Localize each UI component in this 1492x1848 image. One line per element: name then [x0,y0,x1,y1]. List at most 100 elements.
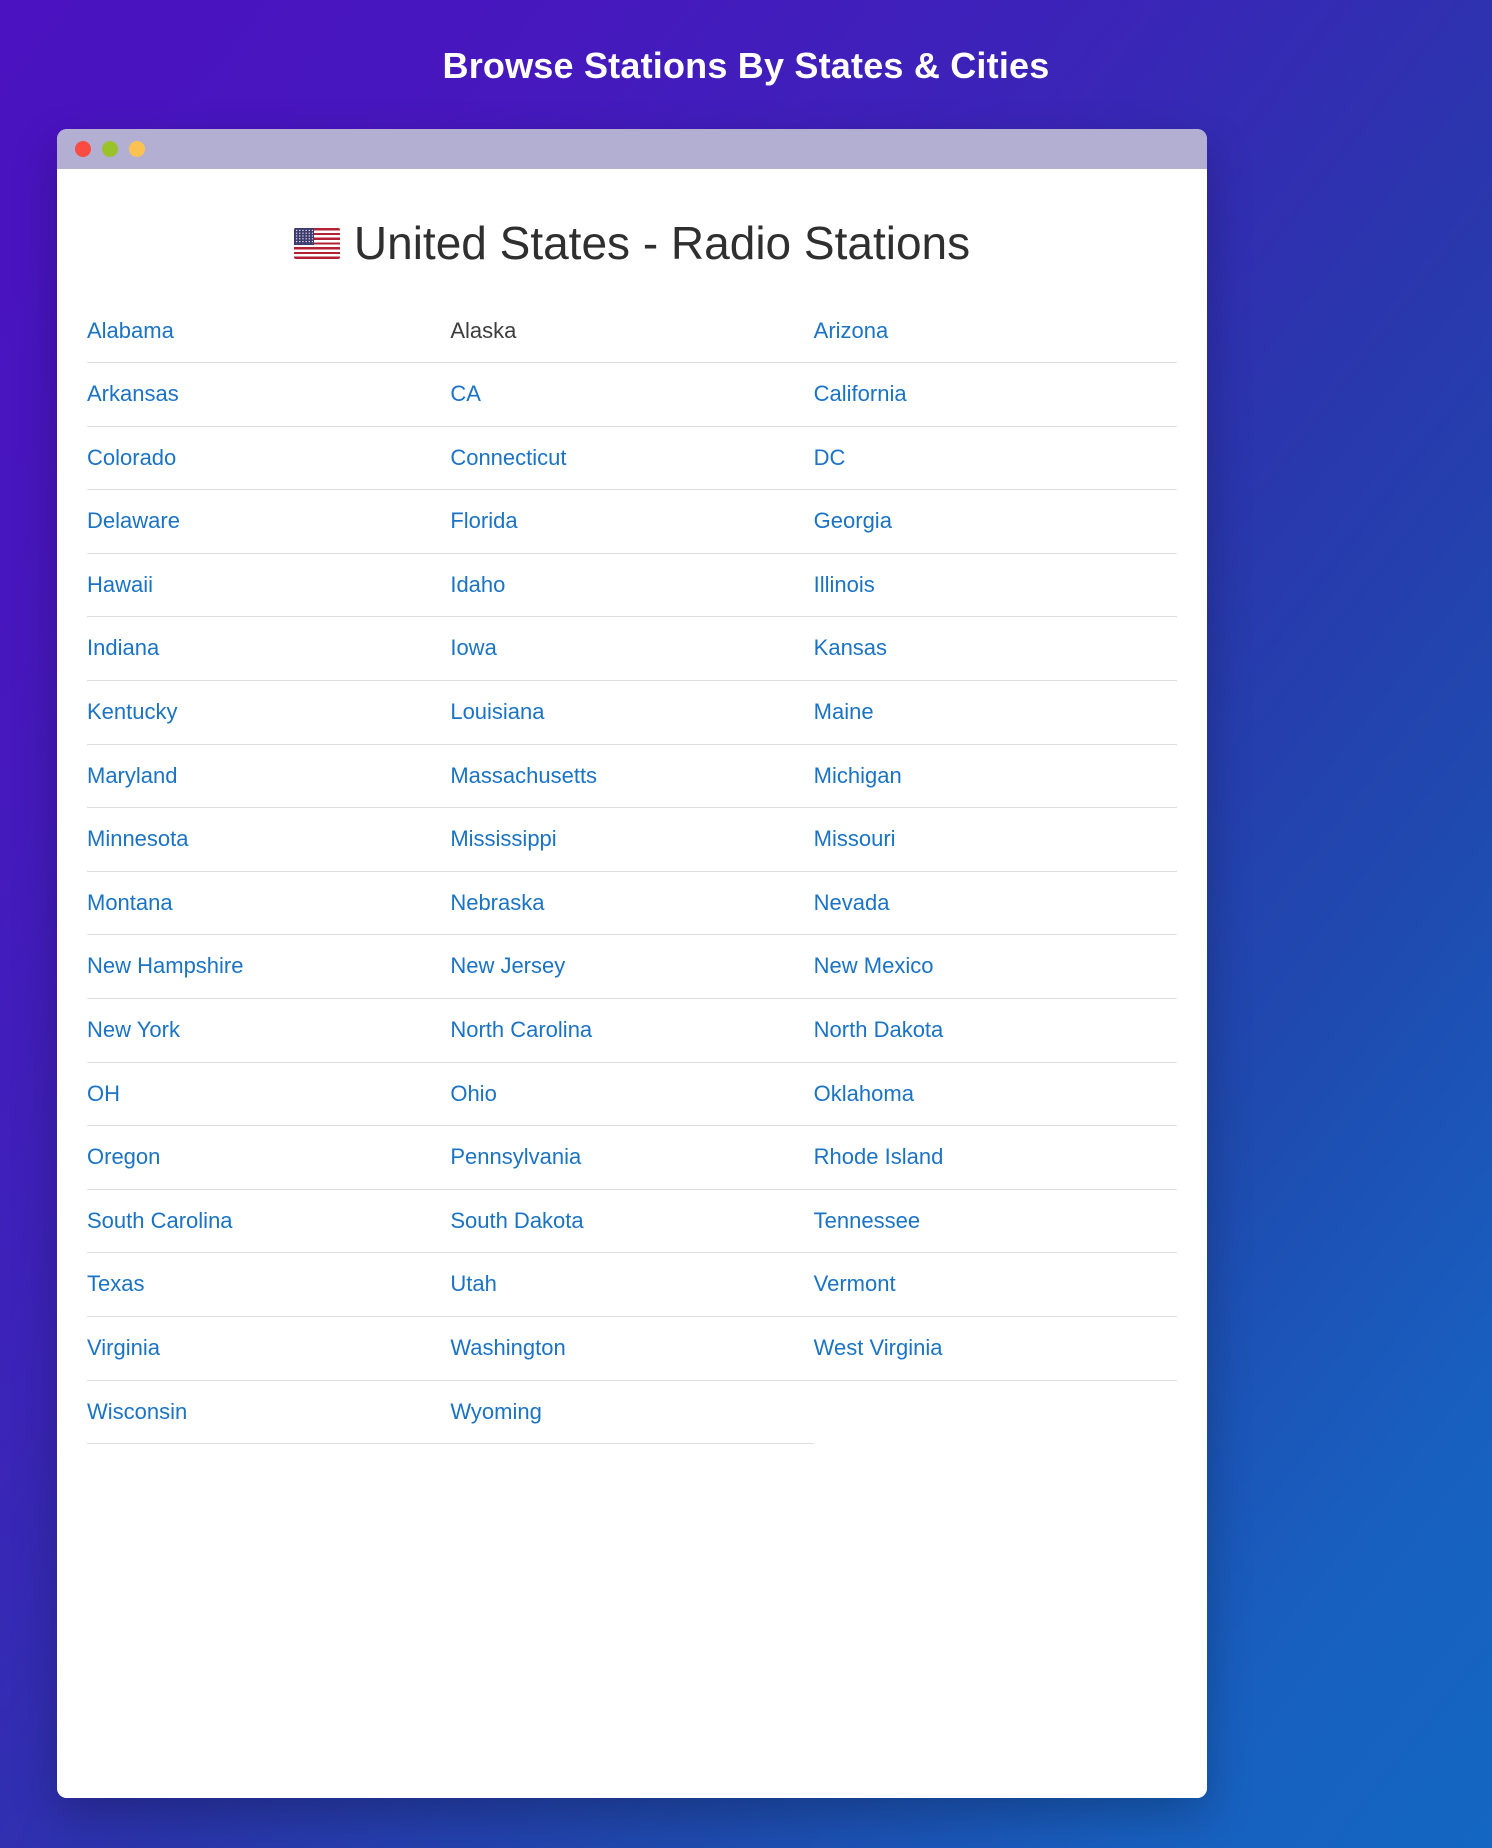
states-grid-cell: Massachusetts [450,744,814,809]
state-link-texas[interactable]: Texas [87,1271,144,1296]
state-link-connecticut[interactable]: Connecticut [450,445,566,470]
state-link-dc[interactable]: DC [814,445,846,470]
state-link-alabama[interactable]: Alabama [87,318,174,343]
state-link-wisconsin[interactable]: Wisconsin [87,1399,187,1424]
state-link-delaware[interactable]: Delaware [87,508,180,533]
state-link-south-dakota[interactable]: South Dakota [450,1208,583,1233]
state-link-arkansas[interactable]: Arkansas [87,381,179,406]
state-link-rhode-island[interactable]: Rhode Island [814,1144,944,1169]
states-grid-row: Texas Utah Vermont [87,1252,1177,1317]
state-link-montana[interactable]: Montana [87,890,173,915]
states-grid-row: Hawaii Idaho Illinois [87,553,1177,618]
states-grid-cell: Texas [87,1252,451,1317]
state-link-minnesota[interactable]: Minnesota [87,826,189,851]
states-grid-body: Alabama Alaska Arizona Arkansas CA California… [87,312,1177,1445]
window-minimize-button[interactable] [102,141,118,157]
state-link-arizona[interactable]: Arizona [814,318,889,343]
states-grid-cell: Maine [813,680,1177,745]
states-grid-row: OH Ohio Oklahoma [87,1062,1177,1127]
states-grid-row: Virginia Washington West Virginia [87,1316,1177,1381]
state-link-vermont[interactable]: Vermont [814,1271,896,1296]
states-grid-cell: Nebraska [450,871,814,936]
states-grid-cell: Arizona [813,312,1177,364]
state-link-wyoming[interactable]: Wyoming [450,1399,542,1424]
states-grid-cell: North Dakota [813,998,1177,1063]
states-grid-row: Minnesota Mississippi Missouri [87,807,1177,872]
states-grid-cell: Ohio [450,1062,814,1127]
states-grid-cell: California [813,362,1177,427]
window-content-area: United States - Radio Stations Alabama Al… [57,169,1207,1798]
state-link-virginia[interactable]: Virginia [87,1335,160,1360]
state-link-utah[interactable]: Utah [450,1271,496,1296]
state-link-new-mexico[interactable]: New Mexico [814,953,934,978]
states-grid-cell: South Dakota [450,1189,814,1254]
state-link-kentucky[interactable]: Kentucky [87,699,178,724]
states-grid-cell: Minnesota [87,807,451,872]
state-link-north-dakota[interactable]: North Dakota [814,1017,944,1042]
state-link-washington[interactable]: Washington [450,1335,565,1360]
states-grid-cell: Idaho [450,553,814,618]
states-grid-cell: New Jersey [450,934,814,1000]
state-link-hawaii[interactable]: Hawaii [87,572,153,597]
state-link-louisiana[interactable]: Louisiana [450,699,544,724]
state-link-idaho[interactable]: Idaho [450,572,505,597]
state-link-ca[interactable]: CA [450,381,481,406]
state-link-oregon[interactable]: Oregon [87,1144,160,1169]
states-grid-cell: Florida [450,489,814,554]
page-title: Browse Stations By States & Cities [442,45,1050,86]
states-grid: Alabama Alaska Arizona Arkansas CA California… [87,312,1177,1445]
state-link-nevada[interactable]: Nevada [814,890,890,915]
state-link-maryland[interactable]: Maryland [87,763,177,788]
state-link-new-york[interactable]: New York [87,1017,180,1042]
state-link-michigan[interactable]: Michigan [814,763,902,788]
states-grid-row: Kentucky Louisiana Maine [87,680,1177,745]
states-grid-cell: New Mexico [813,934,1177,1000]
state-link-pennsylvania[interactable]: Pennsylvania [450,1144,581,1169]
states-grid-row: Indiana Iowa Kansas [87,616,1177,682]
state-link-nebraska[interactable]: Nebraska [450,890,544,915]
state-link-ohio[interactable]: Ohio [450,1081,496,1106]
states-grid-cell: Montana [87,871,451,936]
content-heading: United States - Radio Stations [87,169,1177,313]
states-grid-cell: Pennsylvania [450,1125,814,1190]
state-link-kansas[interactable]: Kansas [814,635,887,660]
states-grid-cell: CA [450,362,814,427]
state-link-iowa[interactable]: Iowa [450,635,496,660]
state-link-oh[interactable]: OH [87,1081,120,1106]
states-grid-row: South Carolina South Dakota Tennessee [87,1189,1177,1254]
state-link-maine[interactable]: Maine [814,699,874,724]
state-link-indiana[interactable]: Indiana [87,635,159,660]
states-grid-cell: Washington [450,1316,814,1381]
state-link-colorado[interactable]: Colorado [87,445,176,470]
state-link-florida[interactable]: Florida [450,508,517,533]
state-link-new-jersey[interactable]: New Jersey [450,953,565,978]
states-grid-cell: Wyoming [450,1380,814,1445]
state-link-south-carolina[interactable]: South Carolina [87,1208,233,1233]
state-link-missouri[interactable]: Missouri [814,826,896,851]
window-maximize-button[interactable] [129,141,145,157]
states-grid-cell: Rhode Island [813,1125,1177,1190]
states-grid-cell: New York [87,998,451,1063]
states-grid-row: Delaware Florida Georgia [87,489,1177,554]
browser-window-mock: United States - Radio Stations Alabama Al… [57,129,1207,1798]
page-banner: Browse Stations By States & Cities [0,0,1492,87]
state-link-illinois[interactable]: Illinois [814,572,875,597]
states-grid-cell: Alaska [450,312,814,364]
states-grid-cell: Mississippi [450,807,814,872]
states-grid-cell: Vermont [813,1252,1177,1317]
window-close-button[interactable] [75,141,91,157]
state-link-new-hampshire[interactable]: New Hampshire [87,953,244,978]
state-link-california[interactable]: California [814,381,907,406]
states-grid-row: Oregon Pennsylvania Rhode Island [87,1125,1177,1190]
state-link-georgia[interactable]: Georgia [814,508,892,533]
states-grid-cell: Colorado [87,426,451,491]
state-link-west-virginia[interactable]: West Virginia [814,1335,943,1360]
state-link-mississippi[interactable]: Mississippi [450,826,556,851]
state-link-oklahoma[interactable]: Oklahoma [814,1081,914,1106]
states-grid-cell: Alabama [87,312,451,364]
state-link-north-carolina[interactable]: North Carolina [450,1017,592,1042]
state-link-tennessee[interactable]: Tennessee [814,1208,920,1233]
states-grid-cell: Illinois [813,553,1177,618]
state-link-massachusetts[interactable]: Massachusetts [450,763,597,788]
states-grid-cell-empty [814,1380,1177,1444]
